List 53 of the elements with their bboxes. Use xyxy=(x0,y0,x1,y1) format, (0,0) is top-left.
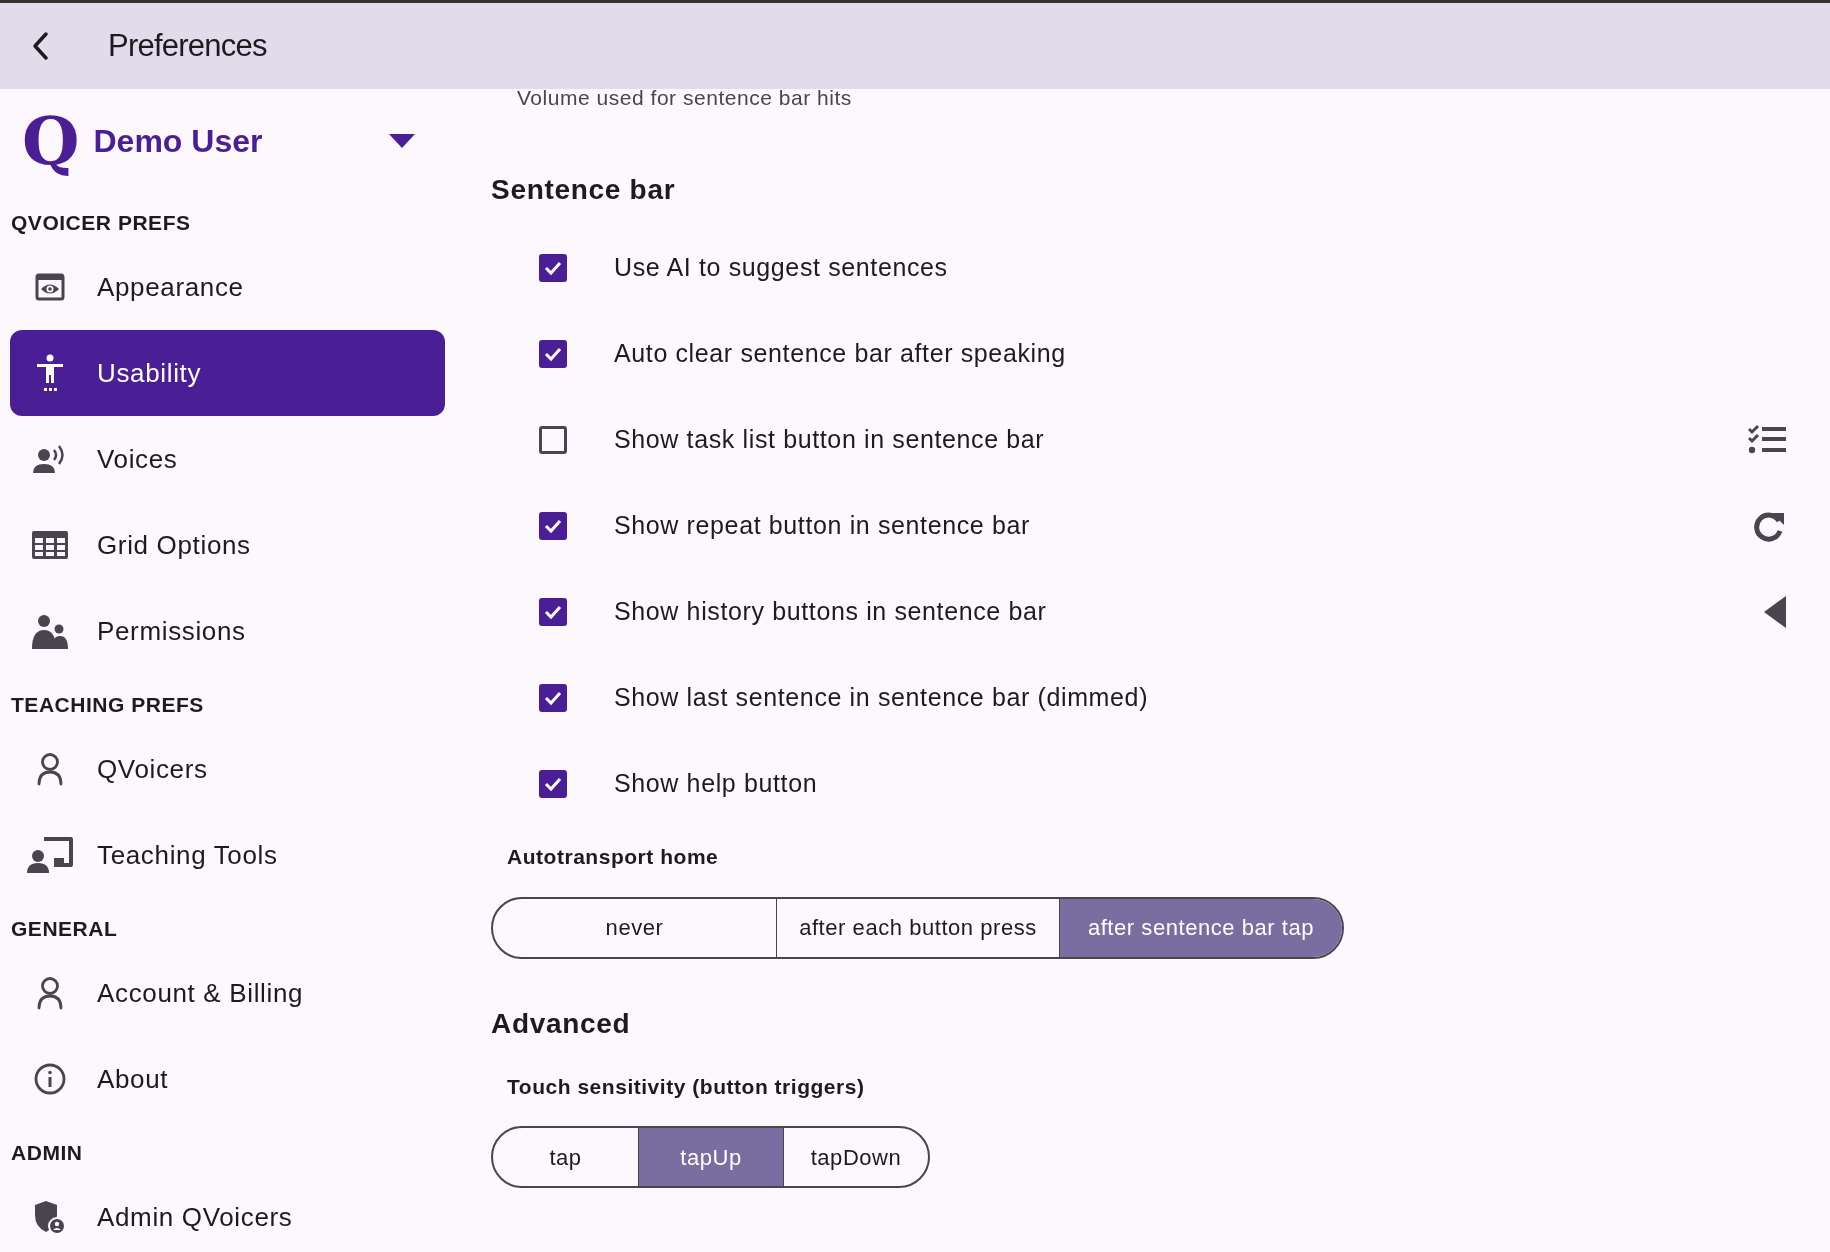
sidebar-item[interactable]: Appearance xyxy=(10,244,445,330)
section-heading: TEACHING PREFS xyxy=(10,692,204,719)
eye-icon xyxy=(35,273,65,301)
page-title: Preferences xyxy=(108,26,267,65)
info-icon xyxy=(34,1063,66,1095)
sidebar-item[interactable]: About xyxy=(10,1036,445,1122)
section-heading: GENERAL xyxy=(10,916,118,943)
section-title: Sentence bar xyxy=(491,173,676,207)
segment-option[interactable]: never xyxy=(493,898,776,957)
sidebar-item[interactable]: Usability xyxy=(10,330,445,416)
back-triangle-icon xyxy=(1764,596,1786,628)
setting-label: Show task list button in sentence bar xyxy=(614,424,1046,456)
checkbox[interactable] xyxy=(539,770,567,798)
section-heading: QVOICER PREFS xyxy=(10,210,191,237)
checkbox[interactable] xyxy=(539,684,567,712)
sidebar-item[interactable]: Voices xyxy=(10,416,445,502)
presenter-icon xyxy=(26,836,74,874)
segment-option[interactable]: tap xyxy=(493,1128,638,1186)
hint-text: Volume used for sentence bar hits xyxy=(517,89,852,107)
setting-label: Auto clear sentence bar after speaking xyxy=(614,338,1067,370)
section-heading: ADMIN xyxy=(10,1140,83,1167)
dropdown-caret-icon[interactable] xyxy=(389,133,415,148)
person-icon xyxy=(37,976,63,1010)
checkbox[interactable] xyxy=(539,254,567,282)
setting-label: Show help button xyxy=(614,768,819,800)
sidebar-item[interactable]: Permissions xyxy=(10,588,445,674)
checkbox[interactable] xyxy=(539,598,567,626)
person-icon xyxy=(37,752,63,786)
sidebar-item[interactable]: Admin QVoicers xyxy=(10,1174,445,1252)
checkbox[interactable] xyxy=(539,512,567,540)
admin-shield-icon xyxy=(34,1200,66,1234)
sidebar-item[interactable]: Teaching Tools xyxy=(10,812,445,898)
segment-option[interactable]: tapUp xyxy=(638,1128,783,1186)
setting-label: Show repeat button in sentence bar xyxy=(614,510,1031,542)
segment-option[interactable]: tapDown xyxy=(783,1128,928,1186)
sidebar-item[interactable]: QVoicers xyxy=(10,726,445,812)
accessibility-icon xyxy=(35,353,65,393)
grid-icon xyxy=(31,530,69,560)
checklist-icon xyxy=(1748,424,1786,456)
segment-option[interactable]: after sentence bar tap xyxy=(1059,898,1342,957)
sidebar-item[interactable]: Account & Billing xyxy=(10,950,445,1036)
setting-label: Show last sentence in sentence bar (dimmed) xyxy=(614,682,1150,714)
user-name[interactable]: Demo User xyxy=(93,116,389,165)
logo: Q xyxy=(22,107,80,174)
checkbox[interactable] xyxy=(539,426,567,454)
checkbox[interactable] xyxy=(539,340,567,368)
setting-label: Use AI to suggest sentences xyxy=(614,252,949,284)
group-label: Autotransport home xyxy=(507,844,719,870)
sidebar-item[interactable]: Grid Options xyxy=(10,502,445,588)
group-label: Touch sensitivity (button triggers) xyxy=(507,1073,865,1100)
setting-label: Show history buttons in sentence bar xyxy=(614,596,1048,628)
section-title: Advanced xyxy=(491,1006,631,1041)
people-icon xyxy=(31,612,69,650)
